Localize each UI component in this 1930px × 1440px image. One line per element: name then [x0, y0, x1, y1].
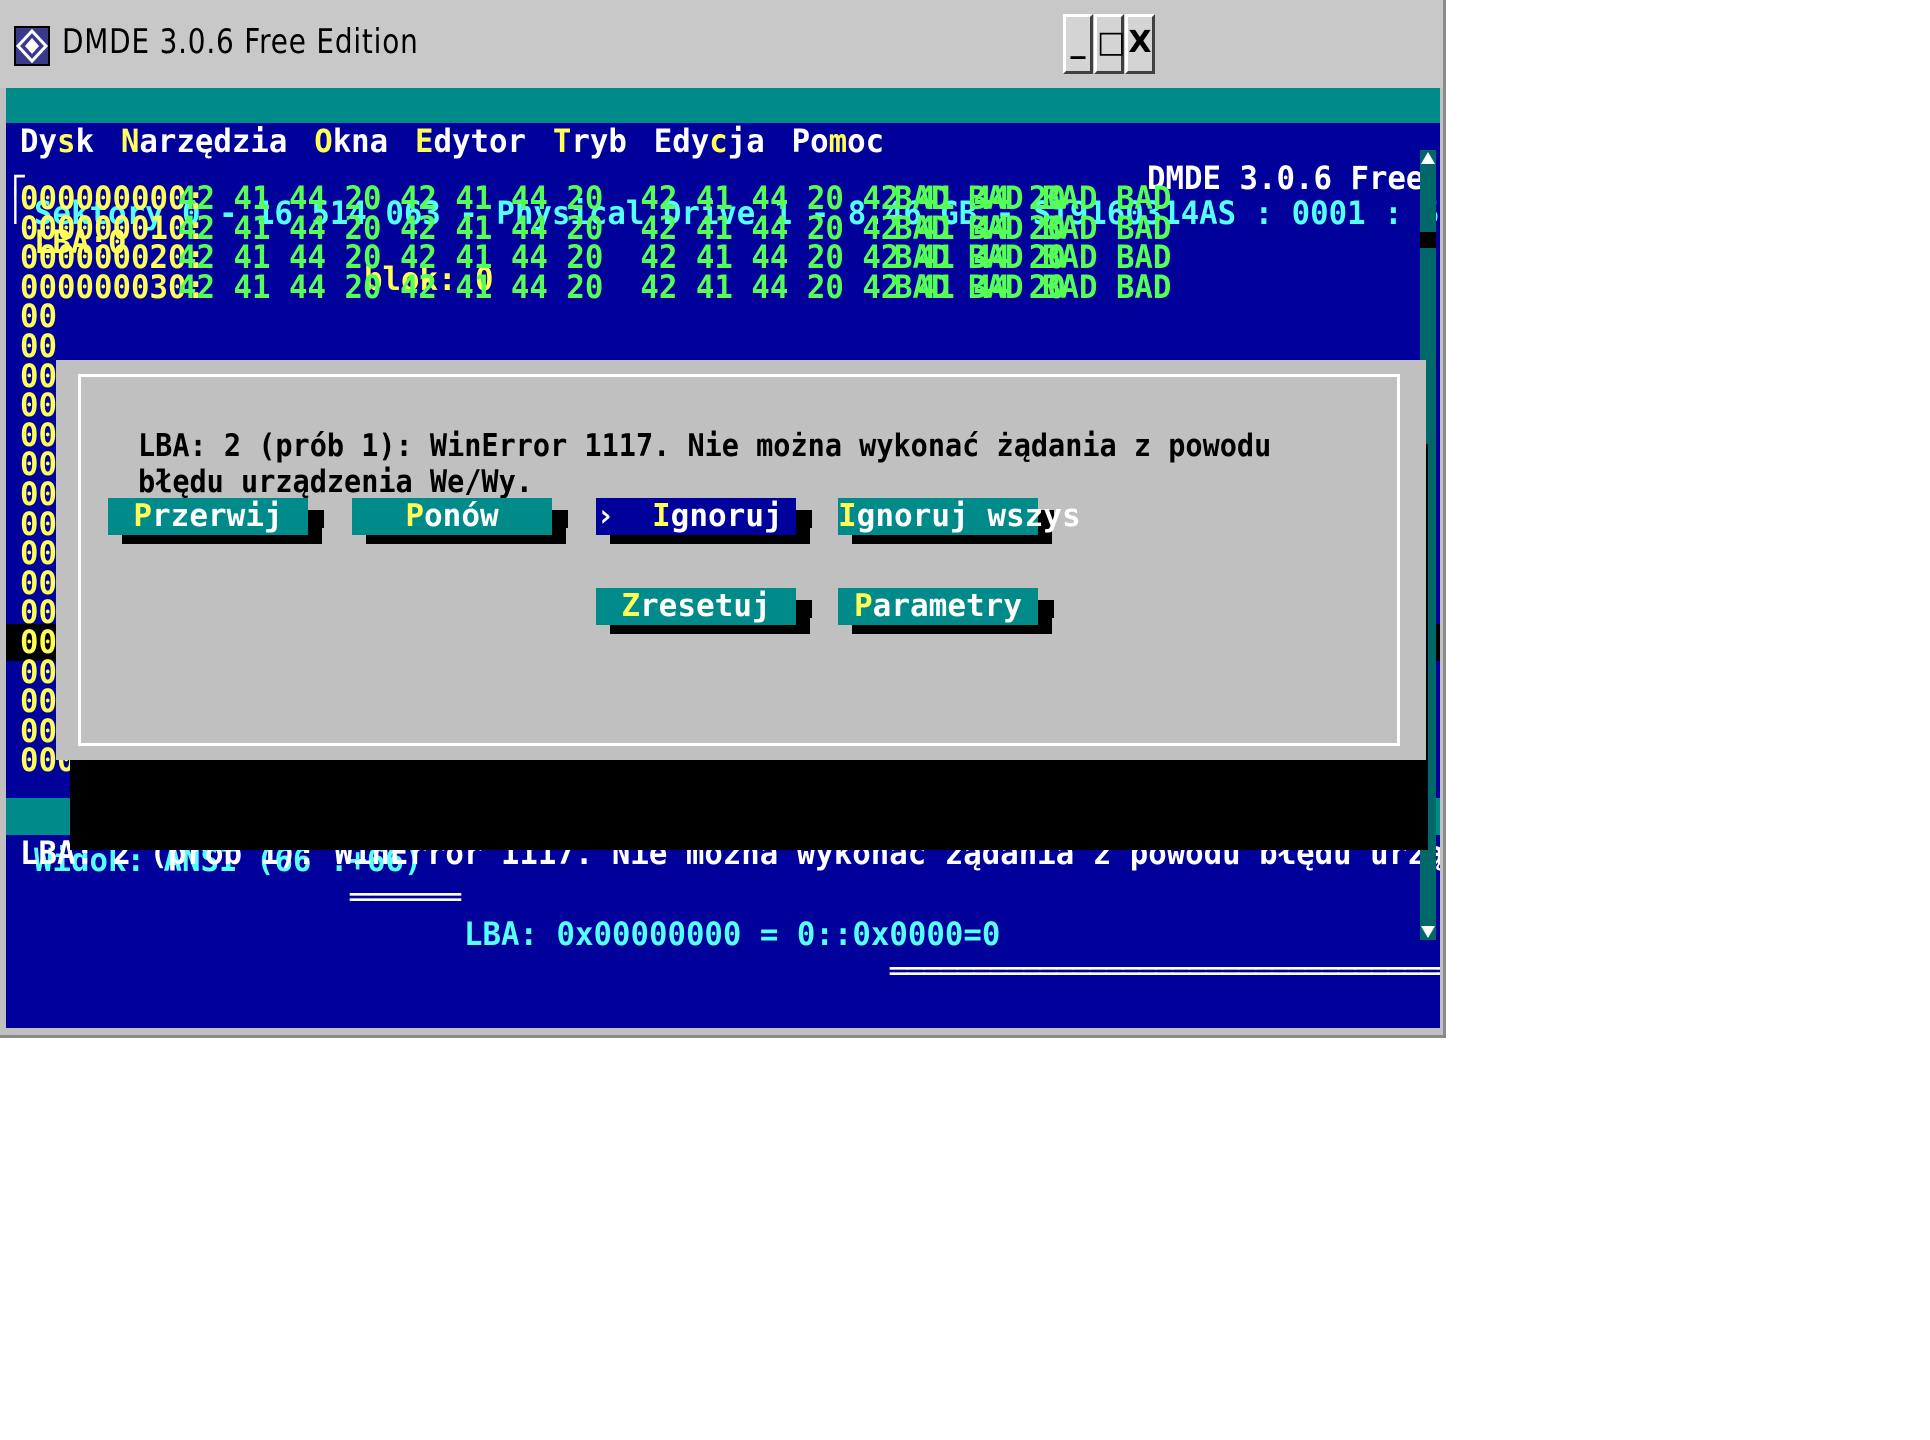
minimize-button[interactable]: _ [1063, 14, 1093, 74]
parametry-button[interactable]: Parametry [838, 588, 1038, 625]
button-hotkey: P [133, 498, 152, 534]
dialog-message-line1: LBA: 2 (prób 1): WinError 1117. Nie możn… [138, 428, 1272, 464]
scroll-down-icon[interactable] [1420, 924, 1436, 940]
app-icon [14, 26, 50, 66]
button-hotkey: Z [621, 588, 640, 624]
button-label: gnoruj wszys [856, 498, 1081, 534]
zresetuj-button[interactable]: Zresetuj [596, 588, 796, 625]
button-label: arametry [872, 588, 1022, 624]
scroll-thumb[interactable] [1420, 232, 1436, 248]
scroll-up-icon[interactable] [1420, 150, 1436, 166]
button-prefix: › [596, 498, 652, 534]
button-label: onów [424, 498, 499, 534]
window-title: DMDE 3.0.6 Free Edition [62, 22, 419, 62]
button-shadow [1038, 600, 1054, 618]
lba-info: LBA: 0x00000000 = 0::0x0000=0 [464, 915, 1001, 953]
close-button[interactable]: X [1125, 14, 1155, 74]
button-label: gnoruj ‹ [670, 498, 858, 534]
button-shadow [796, 600, 812, 618]
title-bar[interactable]: DMDE 3.0.6 Free Edition _ □ X [0, 0, 1443, 88]
button-hotkey: P [854, 588, 873, 624]
ponow-button[interactable]: Ponów [352, 498, 552, 535]
dialog-message-line2: błędu urządzenia We/Wy. [138, 464, 533, 500]
maximize-button[interactable]: □ [1094, 14, 1125, 74]
console-area: Dysk Narzędzia Okna Edytor Tryb Edycja Pomoc D… [6, 88, 1440, 1028]
error-dialog: LBA: 2 (prób 1): WinError 1117. Nie możn… [56, 360, 1426, 760]
button-hotkey: P [405, 498, 424, 534]
button-label: rzerwij [152, 498, 283, 534]
footer-separator: ══════ [350, 878, 461, 916]
menu-bar: Dysk Narzędzia Okna Edytor Tryb Edycja Pomoc D… [6, 88, 1440, 197]
button-shadow [552, 510, 568, 528]
button-hotkey: I [838, 498, 857, 534]
ignoruj-button[interactable]: › Ignoruj ‹ [596, 498, 857, 535]
dmde-window: DMDE 3.0.6 Free Edition _ □ X Dysk Narzęd… [0, 0, 1446, 1038]
ignoruj-wszystkie-button[interactable]: Ignoruj wszys [838, 498, 1081, 535]
przerwij-button[interactable]: Przerwij [108, 498, 308, 535]
button-label: resetuj [640, 588, 771, 624]
button-hotkey: I [652, 498, 671, 534]
button-shadow [308, 510, 324, 528]
